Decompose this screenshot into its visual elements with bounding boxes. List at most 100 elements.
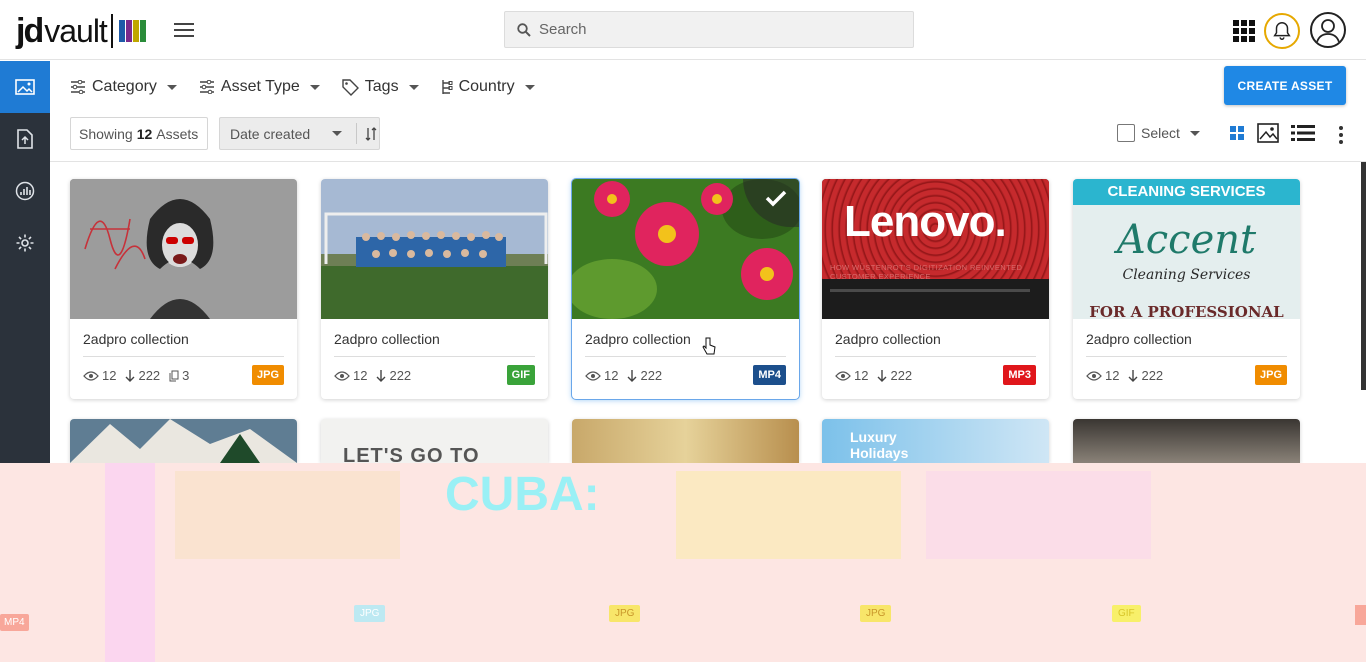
select-all-control[interactable]: Select [1117,124,1200,142]
jdvault-logo[interactable]: jd vault [16,12,146,50]
asset-card[interactable]: CLEANING SERVICES Accent Cleaning Servic… [1073,179,1300,399]
artifact-badge: GIF [1112,605,1141,622]
views-stat: 12 [835,368,868,383]
asset-count: Showing 12 Assets [70,117,208,150]
sidebar-item-analytics[interactable] [0,165,50,217]
tree-icon [441,79,453,94]
country-filter[interactable]: Country [441,78,535,96]
chevron-down-icon [1189,130,1200,136]
card-divider [1086,356,1287,357]
arrow-down-icon [125,369,135,382]
asset-type-filter[interactable]: Asset Type [199,78,320,96]
sliders-icon [199,80,214,94]
chart-icon [15,181,35,201]
more-options-icon[interactable] [1339,126,1345,147]
downloads-stat: 222 [125,368,160,383]
top-bar: jd vault [0,0,1366,60]
chevron-down-icon [309,84,320,90]
user-avatar-icon[interactable] [1310,12,1346,48]
downloads-stat: 222 [877,368,912,383]
asset-card[interactable]: Luxury Holidays [822,419,1049,463]
select-all-checkbox[interactable] [1117,124,1135,142]
view-mode-toggle [1229,123,1315,143]
chevron-down-icon [408,84,419,90]
sort-direction-icon[interactable] [365,126,377,141]
asset-card[interactable]: 2adpro collection 12 222 MP4 [572,179,799,399]
tags-filter-label: Tags [364,78,399,95]
tag-icon [342,78,359,96]
asset-thumbnail [321,179,548,319]
asset-card[interactable] [1073,419,1300,463]
chevron-down-icon [166,84,177,90]
menu-icon[interactable] [174,23,194,39]
sidebar-item-settings[interactable] [0,217,50,269]
copies-stat: 3 [169,368,189,383]
views-count: 12 [854,368,869,383]
sidebar-item-assets[interactable] [0,61,50,113]
chevron-down-icon[interactable] [332,131,342,136]
cleaning-header: CLEANING SERVICES [1073,179,1300,205]
eye-icon [585,370,601,381]
asset-thumbnail [572,179,799,319]
asset-stats: 12 222 [835,368,912,383]
create-asset-button[interactable]: CREATE ASSET [1224,66,1346,105]
lenovo-subtitle: HOW WÜSTENROT'S DIGITIZATION REINVENTED … [830,263,1023,281]
artifact-badge: JPG [609,605,641,622]
sort-select[interactable]: Date created [219,117,380,150]
asset-title: 2adpro collection [585,331,691,347]
sliders-icon [71,80,85,94]
copies-count: 3 [182,368,190,383]
downloads-stat: 222 [1128,368,1163,383]
search-box [504,11,914,48]
card-divider [835,356,1036,357]
sidebar-item-upload[interactable] [0,113,50,165]
cleaning-footer: FOR A PROFESSIONAL [1089,303,1284,319]
file-type-badge: GIF [506,365,535,385]
category-filter[interactable]: Category [70,78,177,96]
eye-icon [1086,370,1102,381]
toolbar-divider [50,161,1366,162]
card-divider [83,356,284,357]
views-stat: 12 [83,368,116,383]
asset-card[interactable] [70,419,297,463]
grid-view-icon[interactable] [1229,125,1245,141]
card-preview-text: Holidays [850,445,909,461]
select-label: Select [1141,125,1180,141]
rendering-artifact-region: CUBA: MP4 JPG JPG JPG GIF [0,463,1366,662]
asset-title: 2adpro collection [1086,331,1192,347]
logo-divider [110,14,113,48]
search-input[interactable] [539,21,879,38]
image-view-icon[interactable] [1257,123,1279,143]
downloads-count: 222 [138,368,161,383]
scrollbar[interactable] [1361,162,1366,390]
arrow-down-icon [1128,369,1138,382]
search-icon [517,22,531,37]
artifact-block [175,471,400,559]
asset-card[interactable]: 2adpro collection 12 222 3 JPG [70,179,297,399]
asset-card[interactable] [572,419,799,463]
sort-divider [356,123,357,144]
list-view-icon[interactable] [1291,124,1315,142]
sort-label: Date created [230,125,311,142]
logo-mark-icon [118,20,146,42]
arrow-down-icon [627,369,637,382]
notifications-bell-icon[interactable] [1264,13,1300,49]
artifact-cuba-text: CUBA: [445,468,600,521]
views-stat: 12 [1086,368,1119,383]
file-type-badge: MP4 [753,365,786,385]
chevron-down-icon [524,84,535,90]
views-stat: 12 [585,368,618,383]
asset-title: 2adpro collection [835,331,941,347]
filter-bar: Category Asset Type Tags Country [70,66,535,108]
views-count: 12 [1105,368,1120,383]
asset-thumbnail: CLEANING SERVICES Accent Cleaning Servic… [1073,179,1300,319]
views-stat: 12 [334,368,367,383]
asset-card[interactable]: Lenovo. HOW WÜSTENROT'S DIGITIZATION REI… [822,179,1049,399]
apps-grid-icon[interactable] [1233,20,1255,42]
asset-stats: 12 222 [585,368,662,383]
showing-count: 12 [136,125,153,142]
asset-card[interactable]: 2adpro collection 12 222 GIF [321,179,548,399]
asset-card[interactable]: LET'S GO TO [321,419,548,463]
tags-filter[interactable]: Tags [342,78,419,96]
downloads-stat: 222 [627,368,662,383]
